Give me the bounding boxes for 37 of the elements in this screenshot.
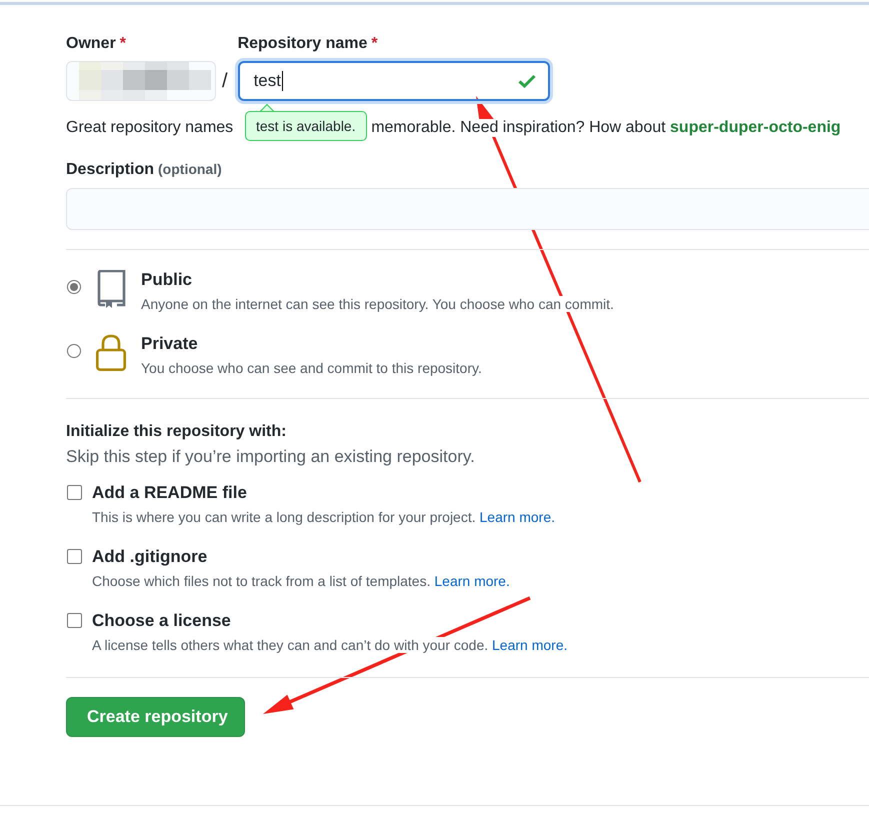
suggestion-link[interactable]: super-duper-octo-enig xyxy=(670,119,841,137)
option-description: Anyone on the internet can see this repository. You choose who can commit. xyxy=(141,296,614,312)
option-description: This is where you can write a long description for your project. Learn more. xyxy=(92,509,555,525)
checkbox[interactable] xyxy=(67,613,82,628)
field-value: test xyxy=(254,71,283,91)
option-title: Public xyxy=(141,270,194,290)
option-title: Private xyxy=(141,334,199,354)
required-mark: * xyxy=(371,35,378,53)
path-separator: / xyxy=(222,70,228,92)
checkbox[interactable] xyxy=(67,549,82,564)
section-title: Initialize this repository with: xyxy=(66,423,288,441)
lock-icon xyxy=(95,334,127,372)
checkbox[interactable] xyxy=(67,485,82,500)
field-label: Description xyxy=(66,161,154,179)
option-description: A license tells others what they can and can’t do with your code. Learn more. xyxy=(92,637,568,653)
learn-more-link[interactable]: Learn more. xyxy=(492,637,568,653)
field-label: Owner xyxy=(66,35,116,53)
description-field[interactable] xyxy=(66,188,869,230)
option-title: Add .gitignore xyxy=(92,547,208,567)
availability-tooltip: test is available. xyxy=(245,111,367,141)
learn-more-link[interactable]: Learn more. xyxy=(480,509,555,525)
repository-name-field[interactable]: test xyxy=(238,61,550,101)
field-label: Repository name xyxy=(238,35,368,53)
hint-text: memorable. Need inspiration? How about xyxy=(371,119,666,137)
optional-label: (optional) xyxy=(158,161,222,177)
learn-more-link[interactable]: Learn more. xyxy=(434,573,510,589)
option-description: You choose who can see and commit to this repository. xyxy=(141,360,482,376)
option-description: Choose which files not to track from a list of templates. Learn more. xyxy=(92,573,510,589)
book-icon xyxy=(95,270,127,308)
option-title: Add a README file xyxy=(92,483,248,503)
required-mark: * xyxy=(120,35,126,53)
option-title: Choose a license xyxy=(92,611,232,631)
create-repository-button[interactable]: Create repository xyxy=(66,697,245,737)
radio-button[interactable] xyxy=(67,344,81,358)
section-subtitle: Skip this step if you’re importing an existing repository. xyxy=(66,447,476,467)
hint-text: Great repository names xyxy=(66,119,234,137)
radio-button[interactable] xyxy=(67,280,81,294)
